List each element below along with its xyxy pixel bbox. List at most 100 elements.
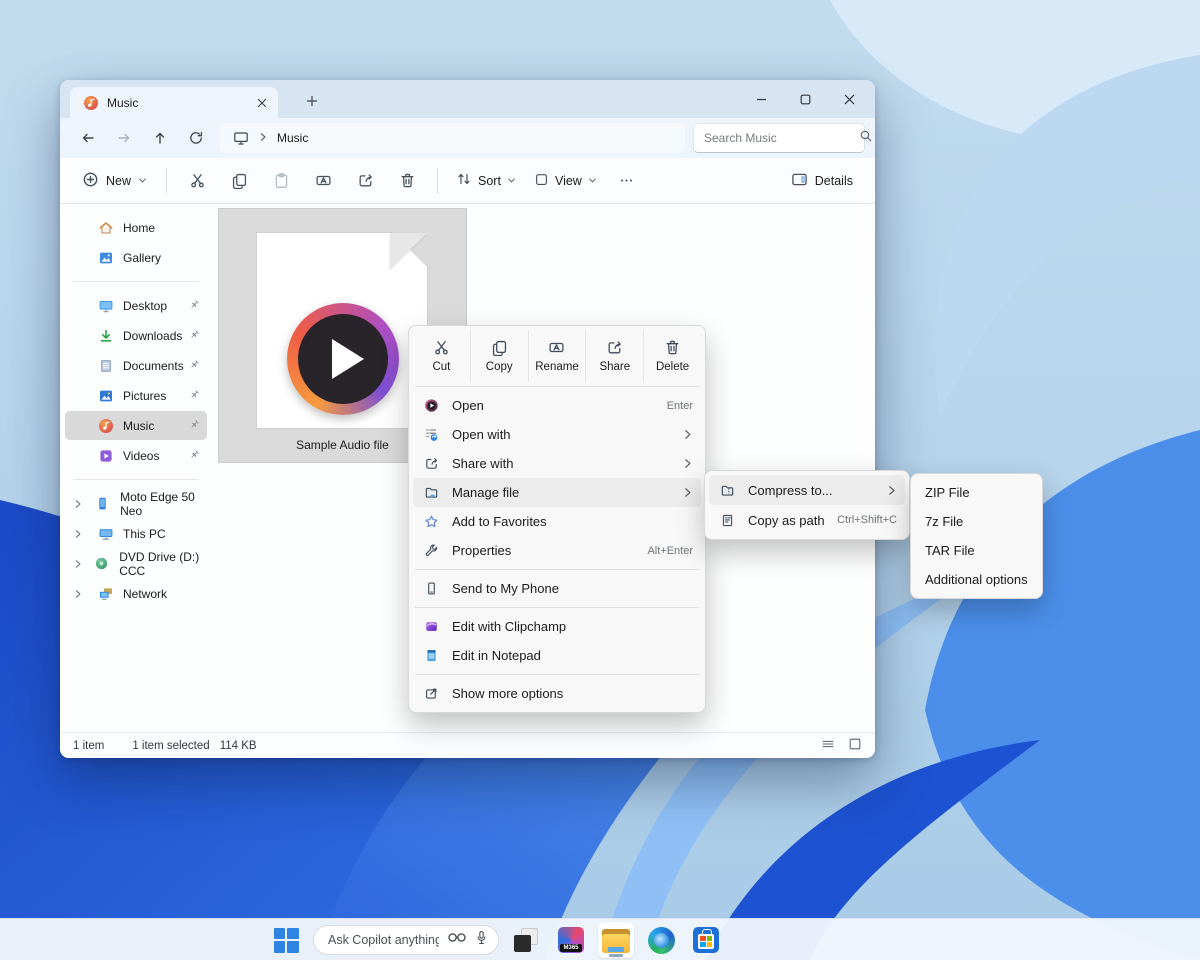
menu-item-label: Properties — [452, 543, 635, 558]
sidebar-item-documents[interactable]: Documents — [65, 351, 207, 380]
cut-label: Cut — [432, 361, 450, 373]
delete-button[interactable]: Delete — [643, 330, 701, 382]
music-note-icon — [82, 94, 99, 111]
selection-count: 1 item selected — [132, 740, 209, 752]
chevron-down-icon — [507, 174, 516, 188]
copy-path-icon — [719, 513, 736, 528]
more-dots-icon[interactable] — [607, 164, 647, 198]
rename-button[interactable]: Rename — [528, 330, 586, 382]
details-button[interactable]: Details — [781, 164, 863, 198]
menu-divider — [415, 386, 699, 387]
sidebar-item-label: Pictures — [123, 389, 166, 403]
menu-item-label: Add to Favorites — [452, 514, 693, 529]
maximize-icon[interactable] — [783, 80, 827, 118]
breadcrumb[interactable]: Music — [220, 123, 685, 153]
copilot-icon[interactable] — [447, 931, 467, 949]
sidebar-item-gallery[interactable]: Gallery — [65, 243, 207, 272]
rename-icon[interactable] — [303, 164, 343, 198]
compress-to-submenu: ZIP File 7z File TAR File Additional opt… — [910, 473, 1043, 599]
menu-item-tar-file[interactable]: TAR File — [915, 536, 1038, 565]
copilot-search-input[interactable] — [328, 933, 439, 947]
sort-button[interactable]: Sort — [447, 164, 525, 198]
forward-icon[interactable] — [106, 122, 142, 154]
copy-icon — [491, 339, 508, 357]
chevron-right-icon[interactable] — [73, 559, 84, 569]
back-icon[interactable] — [70, 122, 106, 154]
taskbar-app-layers[interactable] — [508, 922, 544, 958]
sidebar-item-pictures[interactable]: Pictures — [65, 381, 207, 410]
layers-app-icon — [513, 927, 539, 953]
up-icon[interactable] — [142, 122, 178, 154]
menu-item-share-with[interactable]: Share with — [413, 449, 701, 478]
menu-item-label: Open with — [452, 427, 670, 442]
media-play-icon — [287, 303, 399, 415]
menu-item-show-more-options[interactable]: Show more options — [413, 679, 701, 708]
menu-item-label: ZIP File — [925, 485, 1030, 500]
sidebar-item-network[interactable]: Network — [65, 579, 207, 608]
menu-item-7z-file[interactable]: 7z File — [915, 507, 1038, 536]
tab-close-icon[interactable] — [252, 93, 272, 113]
menu-item-add-to-favorites[interactable]: Add to Favorites — [413, 507, 701, 536]
menu-item-open[interactable]: Open Enter — [413, 391, 701, 420]
chevron-right-icon[interactable] — [73, 529, 88, 539]
sidebar-item-desktop[interactable]: Desktop — [65, 291, 207, 320]
sidebar-item-videos[interactable]: Videos — [65, 441, 207, 470]
menu-item-zip-file[interactable]: ZIP File — [915, 478, 1038, 507]
menu-item-send-to-my-phone[interactable]: Send to My Phone — [413, 574, 701, 603]
taskbar-app-m365[interactable]: M365 — [553, 922, 589, 958]
delete-icon[interactable] — [387, 164, 427, 198]
cut-button[interactable]: Cut — [413, 330, 470, 382]
copy-icon[interactable] — [219, 164, 259, 198]
search-input[interactable] — [704, 131, 859, 145]
view-button[interactable]: View — [525, 164, 606, 198]
sidebar-item-music[interactable]: Music — [65, 411, 207, 440]
taskbar-app-edge[interactable] — [643, 922, 679, 958]
tab-music[interactable]: Music — [70, 87, 278, 118]
command-bar: New — [60, 158, 875, 204]
new-button[interactable]: New — [72, 164, 157, 198]
navigation-bar: Music — [60, 118, 875, 158]
menu-item-manage-file[interactable]: Manage file — [413, 478, 701, 507]
chevron-right-icon[interactable] — [73, 589, 88, 599]
menu-item-compress-to[interactable]: Compress to... — [709, 475, 905, 505]
mic-icon[interactable] — [475, 930, 488, 950]
music-icon — [97, 417, 114, 434]
sort-icon — [456, 171, 472, 190]
explorer-search[interactable] — [693, 123, 865, 153]
start-button[interactable] — [268, 922, 304, 958]
paste-icon[interactable] — [261, 164, 301, 198]
chevron-right-icon — [886, 485, 897, 496]
play-icon — [423, 398, 440, 413]
copy-button[interactable]: Copy — [470, 330, 528, 382]
breadcrumb-location[interactable]: Music — [277, 131, 308, 145]
share-button[interactable]: Share — [585, 330, 643, 382]
taskbar-app-store[interactable] — [688, 922, 724, 958]
close-icon[interactable] — [827, 80, 871, 118]
grid-view-icon[interactable] — [848, 737, 862, 754]
search-icon[interactable] — [859, 129, 873, 148]
cut-icon[interactable] — [177, 164, 217, 198]
menu-divider — [415, 674, 699, 675]
taskbar-app-file-explorer[interactable] — [598, 922, 634, 958]
share-icon[interactable] — [345, 164, 385, 198]
share-with-icon — [423, 456, 440, 471]
sidebar-item-home[interactable]: Home — [65, 213, 207, 242]
sidebar-item-downloads[interactable]: Downloads — [65, 321, 207, 350]
sidebar-item-moto-edge[interactable]: Moto Edge 50 Neo — [65, 489, 207, 518]
new-tab-button[interactable] — [302, 91, 322, 111]
sidebar-item-this-pc[interactable]: This PC — [65, 519, 207, 548]
menu-item-copy-as-path[interactable]: Copy as path Ctrl+Shift+C — [709, 505, 905, 535]
wrench-icon — [423, 543, 440, 558]
refresh-icon[interactable] — [178, 122, 214, 154]
menu-item-edit-with-clipchamp[interactable]: Edit with Clipchamp — [413, 612, 701, 641]
menu-item-additional-options[interactable]: Additional options — [915, 565, 1038, 594]
menu-item-edit-in-notepad[interactable]: Edit in Notepad — [413, 641, 701, 670]
taskbar-search[interactable] — [313, 925, 499, 955]
minimize-icon[interactable] — [739, 80, 783, 118]
list-view-icon[interactable] — [821, 737, 835, 754]
menu-item-properties[interactable]: Properties Alt+Enter — [413, 536, 701, 565]
menu-item-open-with[interactable]: Open with — [413, 420, 701, 449]
chevron-right-icon[interactable] — [73, 499, 85, 509]
toolbar-divider — [437, 168, 438, 194]
sidebar-item-dvd-drive[interactable]: DVD Drive (D:) CCC — [65, 549, 207, 578]
